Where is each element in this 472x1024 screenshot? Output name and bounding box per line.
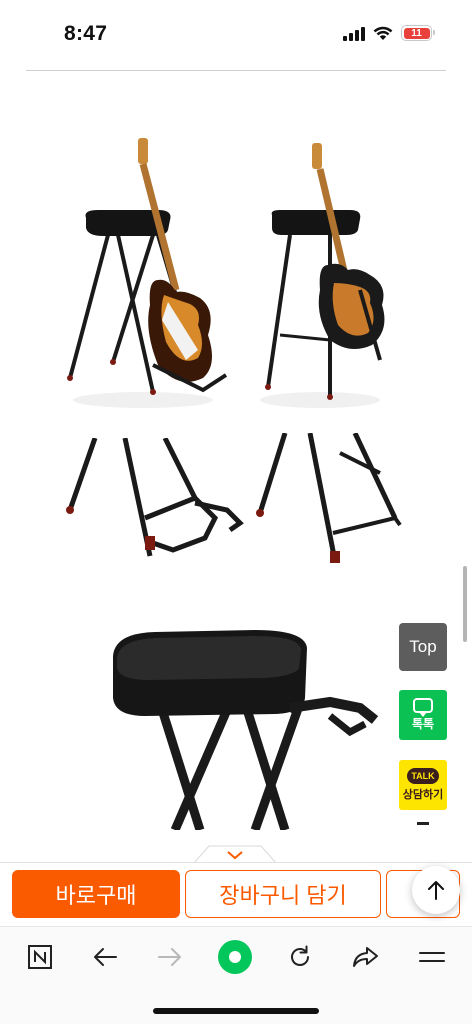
- forward-button[interactable]: [150, 937, 190, 977]
- kakao-consult-button[interactable]: TALK 상담하기: [399, 760, 447, 810]
- purchase-bar-toggle[interactable]: [193, 844, 277, 864]
- scroll-top-button[interactable]: Top: [399, 623, 447, 671]
- home-dot-icon: [218, 940, 252, 974]
- scrollbar-thumb[interactable]: [463, 566, 467, 642]
- refresh-button[interactable]: [280, 937, 320, 977]
- naver-n-button[interactable]: [20, 937, 60, 977]
- chat-bubble-icon: [413, 698, 433, 717]
- battery-level: 11: [403, 27, 430, 39]
- product-image-seat-closeup: [105, 628, 390, 830]
- status-icons: 11: [343, 25, 435, 41]
- product-image-holder-closeup-left: [55, 438, 250, 566]
- home-button[interactable]: [215, 937, 255, 977]
- battery-icon: 11: [401, 25, 435, 41]
- back-arrow-icon: [94, 948, 117, 966]
- kakao-talk-icon: TALK: [407, 768, 439, 784]
- collapse-side-menu-button[interactable]: [417, 822, 429, 825]
- menu-icon: [419, 952, 445, 962]
- product-image-stool-side: [250, 135, 400, 430]
- cellular-signal-icon: [343, 26, 365, 41]
- kakao-consult-label: 상담하기: [402, 789, 444, 801]
- talktalk-button[interactable]: 톡톡: [399, 690, 447, 740]
- arrow-up-icon: [428, 881, 444, 900]
- talktalk-label: 톡톡: [411, 717, 435, 731]
- menu-button[interactable]: [412, 937, 452, 977]
- home-indicator[interactable]: [153, 1008, 319, 1014]
- add-to-cart-button[interactable]: 장바구니 담기: [185, 870, 381, 918]
- wifi-icon: [373, 26, 393, 40]
- status-bar: 8:47 11: [0, 0, 472, 70]
- refresh-icon: [291, 945, 309, 966]
- buy-now-button[interactable]: 바로구매: [12, 870, 180, 918]
- back-button[interactable]: [85, 937, 125, 977]
- share-icon: [353, 947, 378, 967]
- status-time: 8:47: [64, 22, 108, 45]
- share-button[interactable]: [345, 937, 385, 977]
- product-image-holder-closeup-right: [255, 433, 405, 565]
- product-image-stool-front: [58, 130, 236, 430]
- scroll-up-button[interactable]: [412, 866, 460, 914]
- forward-arrow-icon: [158, 948, 181, 966]
- naver-n-icon: [28, 945, 52, 969]
- header-divider: [26, 70, 446, 71]
